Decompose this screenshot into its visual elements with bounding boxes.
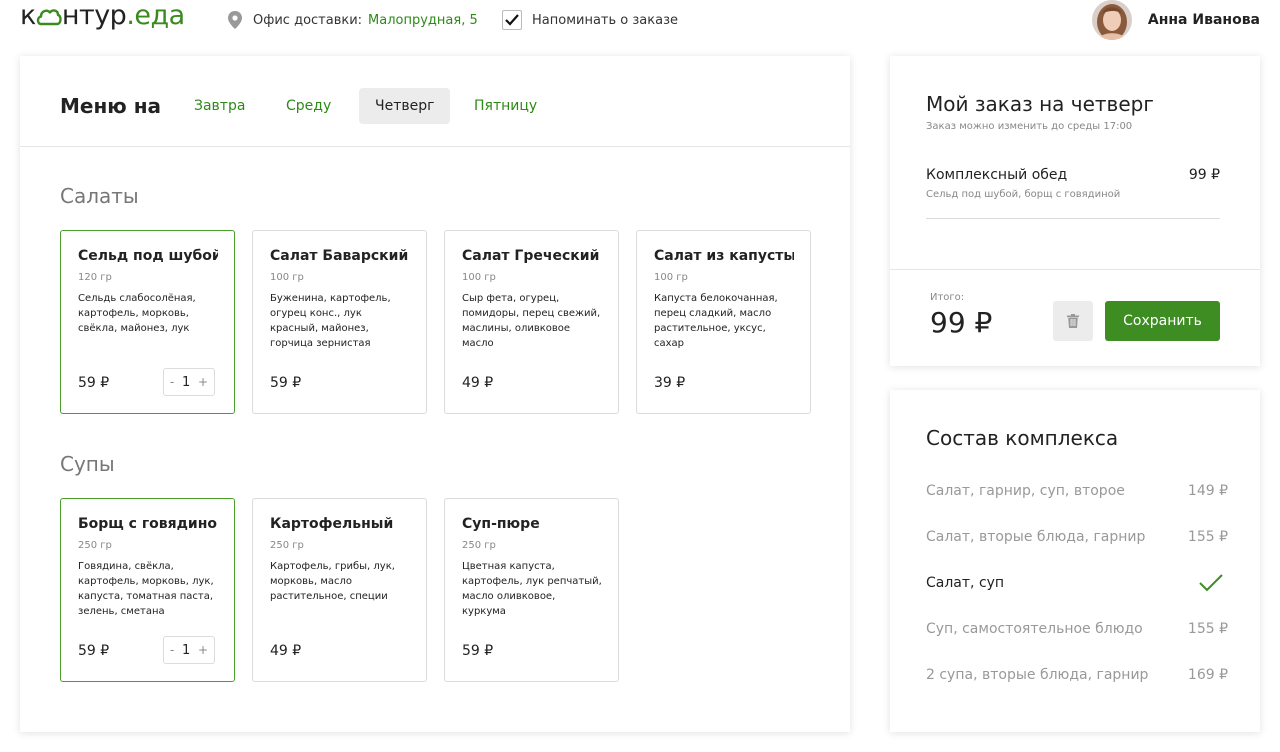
- complex-option-price: 155 ₽: [1187, 621, 1228, 637]
- complex-option-label: Салат, суп: [926, 575, 1005, 591]
- tab-friday[interactable]: Пятницу: [458, 88, 553, 124]
- order-title: Мой заказ на четверг: [926, 92, 1154, 116]
- complex-option[interactable]: Салат, гарнир, суп, второе 149 ₽: [926, 483, 1228, 507]
- item-name: Картофельный: [270, 516, 394, 532]
- decrement-button[interactable]: -: [170, 643, 174, 657]
- item-weight: 120 гр: [78, 272, 112, 283]
- quantity-stepper[interactable]: - 1 +: [163, 636, 215, 664]
- item-price: 39 ₽: [654, 375, 686, 391]
- logo-text-start: к: [20, 0, 36, 31]
- item-name: Сельд под шубой: [78, 248, 218, 264]
- item-price: 49 ₽: [270, 643, 302, 659]
- trash-icon: [1067, 314, 1079, 328]
- logo-text-mid: нтур: [61, 0, 127, 31]
- tab-thursday[interactable]: Четверг: [359, 88, 451, 124]
- remind-label: Напоминать о заказе: [532, 12, 678, 28]
- checkmark-icon: [1199, 574, 1223, 592]
- logo-suffix: .еда: [126, 0, 185, 31]
- menu-item-card[interactable]: Салат Греческий 100 гр Сыр фета, огурец,…: [444, 230, 619, 414]
- quantity-stepper[interactable]: - 1 +: [163, 368, 215, 396]
- item-name: Салат Баварский: [270, 248, 409, 264]
- total-label: Итого:: [930, 292, 965, 303]
- item-weight: 250 гр: [78, 540, 112, 551]
- complex-option-label: Салат, гарнир, суп, второе: [926, 483, 1125, 499]
- checkbox-check-icon: [505, 14, 519, 26]
- user-name: Анна Иванова: [1147, 12, 1260, 28]
- remind-checkbox[interactable]: [502, 10, 522, 30]
- item-weight: 250 гр: [270, 540, 304, 551]
- menu-day-bar: Меню на Завтра Среду Четверг Пятницу: [20, 56, 850, 147]
- item-price: 59 ₽: [78, 375, 110, 391]
- office-label: Офис доставки:: [253, 12, 363, 28]
- complex-option-price: 149 ₽: [1187, 483, 1228, 499]
- logo-cloud-icon: [36, 5, 62, 27]
- complex-option-label: Салат, вторые блюда, гарнир: [926, 529, 1146, 545]
- item-description: Сельдь слабосолёная, картофель, морковь,…: [78, 293, 196, 334]
- section-title-soups: Супы: [60, 452, 115, 476]
- complex-option-selected[interactable]: Салат, суп: [926, 574, 1228, 599]
- item-price: 59 ₽: [270, 375, 302, 391]
- logo[interactable]: к нтур.еда: [20, 0, 185, 31]
- order-item-name: Комплексный обед: [926, 167, 1068, 183]
- menu-panel: Меню на Завтра Среду Четверг Пятницу Сал…: [20, 56, 850, 732]
- decrement-button[interactable]: -: [170, 375, 174, 389]
- quantity-value: 1: [182, 642, 191, 658]
- delete-order-button[interactable]: [1053, 301, 1093, 341]
- complex-option-label: 2 супа, вторые блюда, гарнир: [926, 667, 1149, 683]
- remind-toggle[interactable]: Напоминать о заказе: [502, 10, 678, 30]
- tab-tomorrow[interactable]: Завтра: [178, 88, 261, 124]
- total-value: 99 ₽: [930, 306, 993, 339]
- menu-item-card[interactable]: Борщ с говядиной 250 гр Говядина, свёкла…: [60, 498, 235, 682]
- item-name: Салат из капусты: [654, 248, 794, 264]
- item-name: Суп-пюре: [462, 516, 540, 532]
- order-deadline: Заказ можно изменить до среды 17:00: [926, 121, 1133, 132]
- menu-title: Меню на: [60, 94, 162, 118]
- order-item: Комплексный обед Сельд под шубой, борщ с…: [926, 167, 1220, 219]
- top-header: к нтур.еда Офис доставки: Малопрудная, 5 …: [0, 0, 1280, 40]
- delivery-office: Офис доставки: Малопрудная, 5: [228, 11, 478, 29]
- order-item-price: 99 ₽: [1188, 167, 1220, 183]
- item-description: Картофель, грибы, лук, морковь, масло ра…: [270, 561, 395, 602]
- section-title-salads: Салаты: [60, 184, 139, 208]
- office-address-link[interactable]: Малопрудная, 5: [368, 13, 478, 28]
- user-menu[interactable]: Анна Иванова: [1091, 0, 1260, 40]
- item-description: Буженина, картофель, огурец конс., лук к…: [270, 293, 391, 349]
- item-weight: 250 гр: [462, 540, 496, 551]
- save-button[interactable]: Сохранить: [1105, 301, 1220, 341]
- complex-option[interactable]: 2 супа, вторые блюда, гарнир 169 ₽: [926, 667, 1228, 691]
- complex-option-price: 155 ₽: [1187, 529, 1228, 545]
- increment-button[interactable]: +: [198, 643, 208, 657]
- menu-item-card[interactable]: Картофельный 250 гр Картофель, грибы, лу…: [252, 498, 427, 682]
- complex-option[interactable]: Суп, самостоятельное блюдо 155 ₽: [926, 621, 1228, 645]
- complex-option-price: 169 ₽: [1187, 667, 1228, 683]
- item-description: Сыр фета, огурец, помидоры, перец свежий…: [462, 293, 601, 349]
- item-description: Цветная капуста, картофель, лук репчатый…: [462, 561, 602, 617]
- item-name: Салат Греческий: [462, 248, 600, 264]
- item-name: Борщ с говядиной: [78, 516, 218, 532]
- complex-option[interactable]: Салат, вторые блюда, гарнир 155 ₽: [926, 529, 1228, 553]
- menu-item-card[interactable]: Салат Баварский 100 гр Буженина, картофе…: [252, 230, 427, 414]
- item-price: 59 ₽: [462, 643, 494, 659]
- avatar[interactable]: [1091, 0, 1132, 40]
- complex-panel: Состав комплекса Салат, гарнир, суп, вто…: [890, 390, 1260, 732]
- location-pin-icon: [228, 11, 242, 29]
- order-panel: Мой заказ на четверг Заказ можно изменит…: [890, 56, 1260, 366]
- item-weight: 100 гр: [270, 272, 304, 283]
- item-description: Капуста белокочанная, перец сладкий, мас…: [654, 293, 778, 349]
- divider: [890, 269, 1260, 270]
- item-description: Говядина, свёкла, картофель, морковь, лу…: [78, 561, 214, 617]
- quantity-value: 1: [182, 374, 191, 390]
- menu-item-card[interactable]: Салат из капусты 100 гр Капуста белокоча…: [636, 230, 811, 414]
- item-price: 49 ₽: [462, 375, 494, 391]
- item-weight: 100 гр: [654, 272, 688, 283]
- increment-button[interactable]: +: [198, 375, 208, 389]
- menu-item-card[interactable]: Суп-пюре 250 гр Цветная капуста, картофе…: [444, 498, 619, 682]
- order-item-description: Сельд под шубой, борщ с говядиной: [926, 189, 1121, 200]
- item-price: 59 ₽: [78, 643, 110, 659]
- complex-option-label: Суп, самостоятельное блюдо: [926, 621, 1143, 637]
- menu-item-card[interactable]: Сельд под шубой 120 гр Сельдь слабосолён…: [60, 230, 235, 414]
- item-weight: 100 гр: [462, 272, 496, 283]
- complex-title: Состав комплекса: [926, 426, 1119, 450]
- tab-wednesday[interactable]: Среду: [270, 88, 347, 124]
